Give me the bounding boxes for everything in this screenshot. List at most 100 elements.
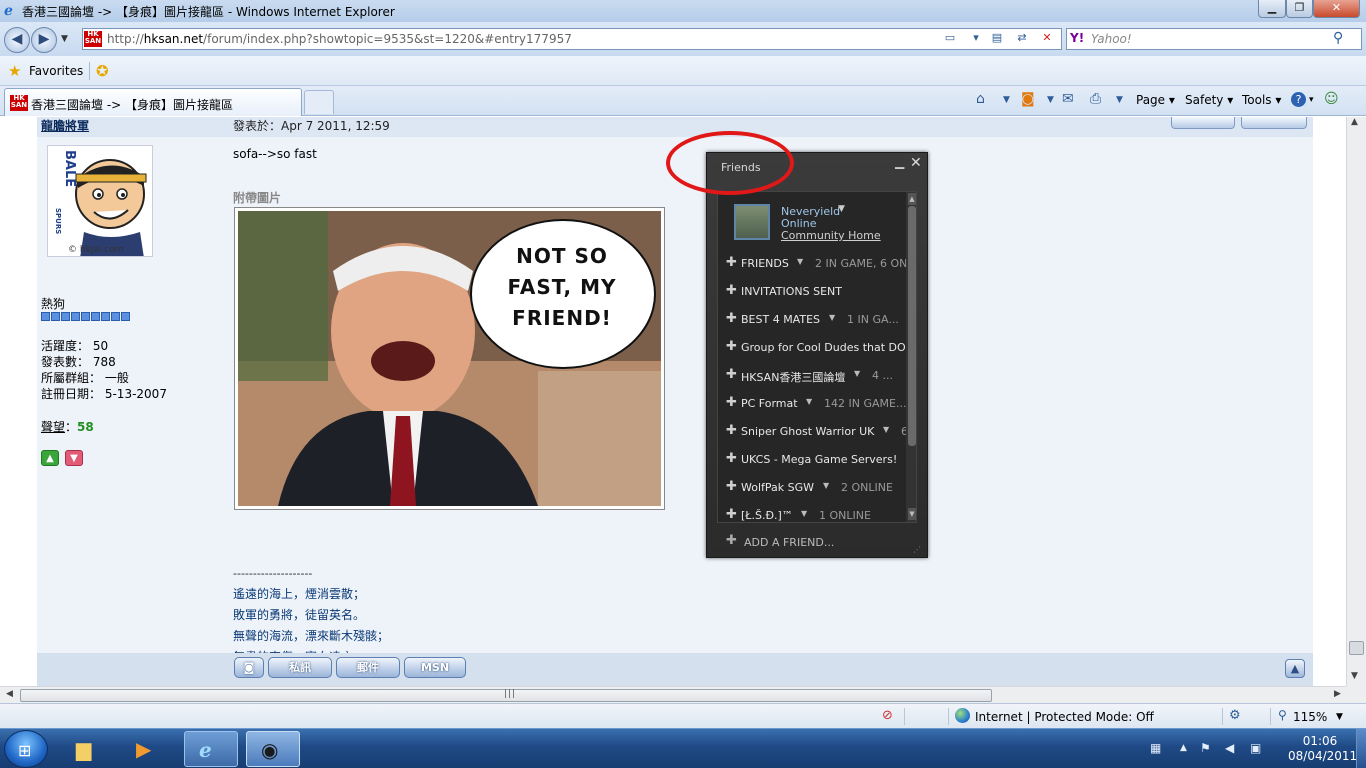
report-button[interactable] bbox=[1171, 117, 1235, 129]
favorites-button[interactable]: Favorites bbox=[29, 64, 83, 78]
msn-button[interactable]: MSN bbox=[404, 657, 466, 678]
friends-group-row[interactable]: ✚ INVITATIONS SENT bbox=[718, 278, 906, 306]
steam-friends-window[interactable]: Friends ▁ ✕ Neveryield ▼ Online Communit… bbox=[706, 152, 928, 558]
show-desktop-button[interactable] bbox=[1356, 729, 1366, 768]
group-dropdown-icon[interactable]: ▼ bbox=[829, 313, 835, 322]
address-bar[interactable]: HK SAN http://hksan.net/forum/index.php?… bbox=[82, 28, 1062, 50]
zoom-level[interactable]: 115% bbox=[1293, 710, 1327, 724]
add-friend-plus-icon[interactable]: ✚ bbox=[726, 533, 737, 548]
vertical-scroll-thumb[interactable] bbox=[1349, 641, 1364, 655]
read-mail-icon[interactable]: ✉ bbox=[1062, 91, 1074, 107]
address-url[interactable]: http://hksan.net/forum/index.php?showtop… bbox=[107, 32, 572, 46]
horizontal-scroll-thumb[interactable]: ||| bbox=[20, 689, 992, 702]
maximize-button[interactable]: ❐ bbox=[1286, 0, 1313, 18]
expand-group-icon[interactable]: ✚ bbox=[726, 423, 737, 438]
print-dropdown-icon[interactable]: ▼ bbox=[1116, 95, 1123, 105]
scroll-right-arrow-icon[interactable]: ▶ bbox=[1334, 689, 1341, 699]
group-dropdown-icon[interactable]: ▼ bbox=[823, 481, 829, 490]
messenger-icon[interactable]: ☺ bbox=[1324, 91, 1339, 107]
protected-mode-icon[interactable]: ⚙ bbox=[1229, 708, 1241, 723]
safety-menu[interactable]: Safety ▾ bbox=[1185, 93, 1233, 107]
help-dropdown-icon[interactable]: ▾ bbox=[1309, 95, 1314, 105]
profile-button[interactable]: ◙ bbox=[234, 657, 264, 678]
taskbar-internet-explorer[interactable]: ℯ bbox=[184, 731, 238, 767]
self-avatar[interactable] bbox=[734, 204, 770, 240]
scroll-down-arrow-icon[interactable]: ▼ bbox=[1351, 671, 1358, 681]
stop-icon[interactable]: ✕ bbox=[1038, 31, 1056, 47]
back-to-top-button[interactable]: ▲ bbox=[1285, 659, 1305, 678]
community-home-link[interactable]: Community Home bbox=[781, 229, 881, 242]
home-dropdown-icon[interactable]: ▼ bbox=[1003, 95, 1010, 105]
search-icon[interactable]: ⚲ bbox=[1333, 30, 1343, 46]
group-dropdown-icon[interactable]: ▼ bbox=[797, 257, 803, 266]
expand-group-icon[interactable]: ✚ bbox=[726, 395, 737, 410]
post-author-link[interactable]: 龍膽將軍 bbox=[41, 117, 89, 134]
friends-group-row[interactable]: ✚ UKCS - Mega Game Servers! bbox=[718, 446, 906, 474]
refresh-icon[interactable]: ⇄ bbox=[1013, 31, 1031, 47]
friends-group-row[interactable]: ✚ PC Format ▼ 142 IN GAME... bbox=[718, 390, 906, 418]
action-center-flag-icon[interactable]: ⚑ bbox=[1200, 741, 1211, 755]
search-box[interactable]: Y! Yahoo! ⚲ bbox=[1066, 28, 1362, 50]
reputation-up-button[interactable]: ▲ bbox=[41, 450, 59, 466]
minimize-button[interactable]: ▁ bbox=[1258, 0, 1286, 18]
friends-scrollbar[interactable]: ▲ ▼ bbox=[906, 192, 916, 522]
friends-close-icon[interactable]: ✕ bbox=[910, 155, 922, 171]
friends-group-row[interactable]: ✚ Group for Cool Dudes that DON'T bbox=[718, 334, 906, 362]
volume-icon[interactable]: ◀ bbox=[1225, 741, 1234, 755]
friends-minimize-icon[interactable]: ▁ bbox=[895, 155, 904, 169]
search-placeholder[interactable]: Yahoo! bbox=[1091, 32, 1132, 46]
address-dropdown-icon[interactable]: ▾ bbox=[967, 31, 985, 47]
expand-group-icon[interactable]: ✚ bbox=[726, 451, 737, 466]
private-message-button[interactable]: 私訊 bbox=[268, 657, 332, 678]
expand-group-icon[interactable]: ✚ bbox=[726, 339, 737, 354]
keyboard-icon[interactable]: ▦ bbox=[1150, 741, 1161, 755]
system-clock[interactable]: 01:06 08/04/2011 bbox=[1288, 734, 1357, 764]
compatibility-view-icon[interactable]: ▭ bbox=[941, 31, 959, 47]
group-dropdown-icon[interactable]: ▼ bbox=[801, 509, 807, 518]
start-button[interactable]: ⊞ bbox=[4, 730, 48, 768]
add-to-favorites-bar-icon[interactable]: ✪ bbox=[96, 62, 109, 80]
zoom-icon[interactable]: ⚲ bbox=[1278, 708, 1287, 722]
group-dropdown-icon[interactable]: ▼ bbox=[883, 425, 889, 434]
feeds-icon[interactable]: ◙ bbox=[1021, 91, 1035, 107]
taskbar-media-player[interactable]: ▶ bbox=[122, 731, 176, 767]
vertical-scrollbar[interactable]: ▲ ▼ bbox=[1346, 117, 1366, 686]
horizontal-scrollbar[interactable]: ◀ ||| ▶ bbox=[0, 686, 1346, 703]
expand-group-icon[interactable]: ✚ bbox=[726, 311, 737, 326]
group-dropdown-icon[interactable]: ▼ bbox=[854, 369, 860, 378]
show-hidden-icons-icon[interactable]: ▲ bbox=[1180, 743, 1187, 753]
friends-list[interactable]: Neveryield ▼ Online Community Home ✚ FRIE… bbox=[717, 191, 917, 523]
resize-grip-icon[interactable]: ⋰ bbox=[913, 545, 921, 554]
avatar[interactable]: BALE SPURS © hkjai.com bbox=[47, 145, 153, 257]
reputation-down-button[interactable]: ▼ bbox=[65, 450, 83, 466]
friends-group-row[interactable]: ✚ BEST 4 MATES ▼ 1 IN GA... bbox=[718, 306, 906, 334]
friends-scroll-thumb[interactable] bbox=[908, 206, 916, 446]
page-menu[interactable]: Page ▾ bbox=[1136, 93, 1175, 107]
popup-blocker-icon[interactable]: ⊘ bbox=[882, 708, 893, 723]
zoom-dropdown-icon[interactable]: ▼ bbox=[1336, 712, 1343, 722]
rss-page-icon[interactable]: ▤ bbox=[988, 31, 1006, 47]
favorites-star-icon[interactable]: ★ bbox=[8, 62, 21, 80]
taskbar-explorer[interactable]: ▆ bbox=[62, 731, 116, 767]
home-icon[interactable]: ⌂ bbox=[976, 91, 985, 107]
close-window-button[interactable]: ✕ bbox=[1313, 0, 1360, 18]
expand-group-icon[interactable]: ✚ bbox=[726, 367, 737, 382]
forward-button[interactable]: ▶ bbox=[31, 27, 57, 53]
friends-group-row[interactable]: ✚ HKSAN香港三國論壇 ▼ 4 ... bbox=[718, 362, 906, 390]
persona-dropdown-icon[interactable]: ▼ bbox=[838, 204, 845, 214]
add-friend-button[interactable]: ADD A FRIEND... bbox=[744, 536, 834, 549]
expand-group-icon[interactable]: ✚ bbox=[726, 255, 737, 270]
window-title-bar[interactable]: ℯ 香港三國論壇 -> 【身痕】圖片接龍區 - Windows Internet… bbox=[0, 0, 1366, 22]
quote-button[interactable] bbox=[1241, 117, 1307, 129]
back-button[interactable]: ◀ bbox=[4, 27, 30, 53]
taskbar-steam[interactable]: ◉ bbox=[246, 731, 300, 767]
friends-group-row[interactable]: ✚ FRIENDS ▼ 2 IN GAME, 6 ON... bbox=[718, 250, 906, 278]
friends-group-row[interactable]: ✚ [Ł.Š.Đ.]™ ▼ 1 ONLINE bbox=[718, 502, 906, 522]
security-zone-text[interactable]: Internet | Protected Mode: Off bbox=[975, 710, 1154, 724]
tab-active[interactable]: HK SAN 香港三國論壇 -> 【身痕】圖片接龍區 bbox=[4, 88, 302, 116]
scroll-up-arrow-icon[interactable]: ▲ bbox=[1351, 117, 1358, 127]
attached-image[interactable]: NOT SO FAST, MY FRIEND! bbox=[234, 207, 665, 510]
tools-menu[interactable]: Tools ▾ bbox=[1242, 93, 1281, 107]
scroll-left-arrow-icon[interactable]: ◀ bbox=[6, 689, 13, 699]
friends-group-row[interactable]: ✚Sniper Ghost Warrior UK▼6... bbox=[718, 418, 906, 446]
